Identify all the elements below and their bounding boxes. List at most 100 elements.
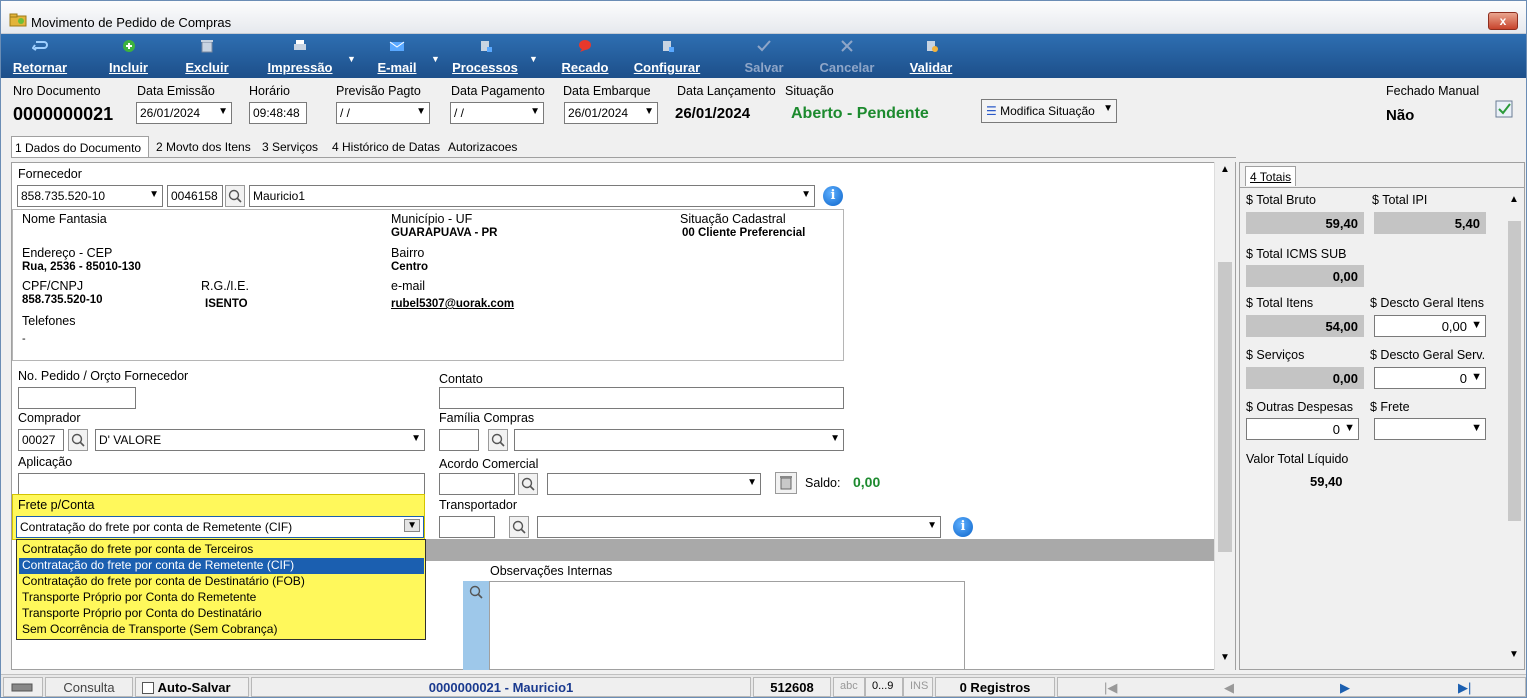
chevron-down-icon: ▼ bbox=[1471, 319, 1482, 331]
tab-historico-datas[interactable]: 4 Histórico de Datas bbox=[329, 136, 443, 158]
descto-serv-combo[interactable]: 0 ▼ bbox=[1374, 367, 1486, 389]
horario-field[interactable]: 09:48:48 bbox=[249, 102, 307, 124]
acordo-search-button[interactable] bbox=[518, 473, 538, 495]
comprador-code-field[interactable]: 00027 bbox=[18, 429, 64, 451]
fornecedor-search-button[interactable] bbox=[225, 185, 245, 207]
familia-search-button[interactable] bbox=[488, 429, 508, 451]
acordo-clear-button[interactable] bbox=[775, 472, 797, 494]
frete-option-destinatario-fob[interactable]: Contratação do frete por conta de Destin… bbox=[19, 574, 424, 590]
scroll-up-icon[interactable]: ▲ bbox=[1220, 164, 1230, 175]
frete-option-sem-ocorrencia[interactable]: Sem Ocorrência de Transporte (Sem Cobran… bbox=[19, 622, 424, 638]
data-embarque-label: Data Embarque bbox=[563, 84, 651, 98]
frete-conta-combo[interactable]: Contratação do frete por conta de Remete… bbox=[16, 516, 424, 538]
main-scrollbar[interactable]: ▲ ▼ bbox=[1214, 162, 1235, 670]
frete-option-remetente-cif[interactable]: Contratação do frete por conta de Remete… bbox=[19, 558, 424, 574]
comprador-search-button[interactable] bbox=[68, 429, 88, 451]
tab-totais[interactable]: 4 Totais bbox=[1245, 166, 1297, 186]
excluir-button[interactable]: Excluir bbox=[179, 34, 235, 78]
descto-itens-combo[interactable]: 0,00 ▼ bbox=[1374, 315, 1486, 337]
familia-name-combo[interactable]: ▼ bbox=[514, 429, 844, 451]
comprador-name-combo[interactable]: D' VALORE ▼ bbox=[95, 429, 425, 451]
scroll-down-icon[interactable]: ▼ bbox=[1220, 652, 1230, 663]
processos-button[interactable]: Processos bbox=[449, 34, 521, 78]
envelope-icon bbox=[389, 41, 405, 51]
data-pagamento-value: / / bbox=[454, 106, 465, 120]
outras-despesas-combo[interactable]: 0 ▼ bbox=[1246, 418, 1359, 440]
frete-option-proprio-remetente[interactable]: Transporte Próprio por Conta do Remetent… bbox=[19, 590, 424, 606]
scroll-up-icon[interactable]: ▲ bbox=[1509, 194, 1519, 205]
email-button[interactable]: E-mail bbox=[369, 34, 425, 78]
fornecedor-nome-combo[interactable]: Mauricio1 ▼ bbox=[249, 185, 815, 207]
auto-salvar-checkbox[interactable] bbox=[142, 682, 154, 694]
impressao-dropdown-icon[interactable]: ▼ bbox=[347, 54, 356, 64]
previsao-pagto-field[interactable]: / / ▼ bbox=[336, 102, 430, 124]
obs-search-strip[interactable] bbox=[463, 581, 489, 670]
tab-dados-documento[interactable]: 1 Dados do Documento bbox=[11, 136, 149, 158]
incluir-button[interactable]: Incluir bbox=[101, 34, 156, 78]
scroll-thumb[interactable] bbox=[1218, 262, 1232, 552]
transportador-code-field[interactable] bbox=[439, 516, 495, 538]
impressao-button[interactable]: Impressão bbox=[261, 34, 339, 78]
excluir-label: Excluir bbox=[185, 60, 229, 75]
contato-input[interactable] bbox=[439, 387, 844, 409]
fornecedor-cnpj-combo[interactable]: 858.735.520-10 ▼ bbox=[17, 185, 163, 207]
bairro-label: Bairro bbox=[391, 246, 425, 260]
last-record-icon[interactable]: ▶| bbox=[1458, 680, 1471, 696]
prev-record-icon[interactable]: ◀ bbox=[1224, 680, 1234, 696]
frete-total-combo[interactable]: ▼ bbox=[1374, 418, 1486, 440]
acordo-code-field[interactable] bbox=[439, 473, 515, 495]
aplicacao-input[interactable] bbox=[18, 473, 425, 495]
fornecedor-codigo-field[interactable]: 0046158 bbox=[167, 185, 223, 207]
familia-code-field[interactable] bbox=[439, 429, 479, 451]
chevron-down-icon: ▼ bbox=[644, 106, 654, 117]
close-button[interactable]: x bbox=[1488, 12, 1518, 30]
obs-internas-textarea[interactable] bbox=[489, 581, 965, 670]
email-link[interactable]: rubel5307@uorak.com bbox=[391, 298, 514, 310]
totais-scrollbar[interactable]: ▲ ▼ bbox=[1506, 191, 1524, 667]
keyboard-icon[interactable] bbox=[3, 677, 43, 697]
data-pagamento-field[interactable]: / / ▼ bbox=[450, 102, 544, 124]
validar-button[interactable]: Validar bbox=[903, 34, 959, 78]
processos-dropdown-icon[interactable]: ▼ bbox=[529, 54, 538, 64]
incluir-label: Incluir bbox=[108, 60, 148, 75]
tab-divider bbox=[11, 157, 1236, 158]
municipio-value: GUARAPUAVA - PR bbox=[391, 227, 498, 239]
transportador-info-icon[interactable]: i bbox=[953, 517, 973, 537]
transportador-name-combo[interactable]: ▼ bbox=[537, 516, 941, 538]
chevron-down-icon[interactable]: ▼ bbox=[404, 519, 420, 532]
abc-indicator: abc bbox=[833, 677, 865, 697]
process-icon bbox=[481, 41, 492, 52]
tab-servicos[interactable]: 3 Serviços bbox=[259, 136, 321, 158]
frete-option-terceiros[interactable]: Contratação do frete por conta de Tercei… bbox=[19, 542, 424, 558]
chevron-down-icon: ▼ bbox=[149, 189, 159, 200]
modifica-situacao-button[interactable]: ☰ Modifica Situação ▼ bbox=[981, 99, 1117, 123]
situacao-cadastral-value: 00 Cliente Preferencial bbox=[682, 227, 806, 239]
email-dropdown-icon[interactable]: ▼ bbox=[431, 54, 440, 64]
salvar-button[interactable]: Salvar bbox=[739, 34, 789, 78]
scroll-down-icon[interactable]: ▼ bbox=[1509, 649, 1519, 660]
tab-movto-itens[interactable]: 2 Movto dos Itens bbox=[153, 136, 254, 158]
data-embarque-field[interactable]: 26/01/2024 ▼ bbox=[564, 102, 658, 124]
configurar-button[interactable]: Configurar bbox=[631, 34, 703, 78]
cancelar-button[interactable]: Cancelar bbox=[815, 34, 879, 78]
acordo-name-combo[interactable]: ▼ bbox=[547, 473, 761, 495]
horario-label: Horário bbox=[249, 84, 290, 98]
recado-button[interactable]: Recado bbox=[557, 34, 613, 78]
transportador-search-button[interactable] bbox=[509, 516, 529, 538]
chevron-down-icon: ▼ bbox=[747, 477, 757, 488]
totais-scroll-thumb[interactable] bbox=[1508, 221, 1521, 521]
frete-option-proprio-destinatario[interactable]: Transporte Próprio por Conta do Destinat… bbox=[19, 606, 424, 622]
next-record-icon[interactable]: ▶ bbox=[1340, 680, 1350, 696]
search-icon bbox=[228, 189, 242, 203]
retornar-button[interactable]: Retornar bbox=[5, 34, 75, 78]
data-emissao-field[interactable]: 26/01/2024 ▼ bbox=[136, 102, 232, 124]
fornecedor-info-icon[interactable]: i bbox=[823, 186, 843, 206]
digits-indicator: 0...9 bbox=[865, 677, 903, 697]
auto-salvar-toggle[interactable]: Auto-Salvar bbox=[135, 677, 249, 697]
search-icon bbox=[512, 520, 526, 534]
pedido-fornecedor-input[interactable] bbox=[18, 387, 136, 409]
checklist-icon[interactable] bbox=[1494, 99, 1514, 119]
tab-autorizacoes[interactable]: Autorizacoes bbox=[445, 136, 520, 158]
frete-conta-label: Frete p/Conta bbox=[18, 498, 95, 512]
first-record-icon[interactable]: |◀ bbox=[1104, 680, 1117, 696]
